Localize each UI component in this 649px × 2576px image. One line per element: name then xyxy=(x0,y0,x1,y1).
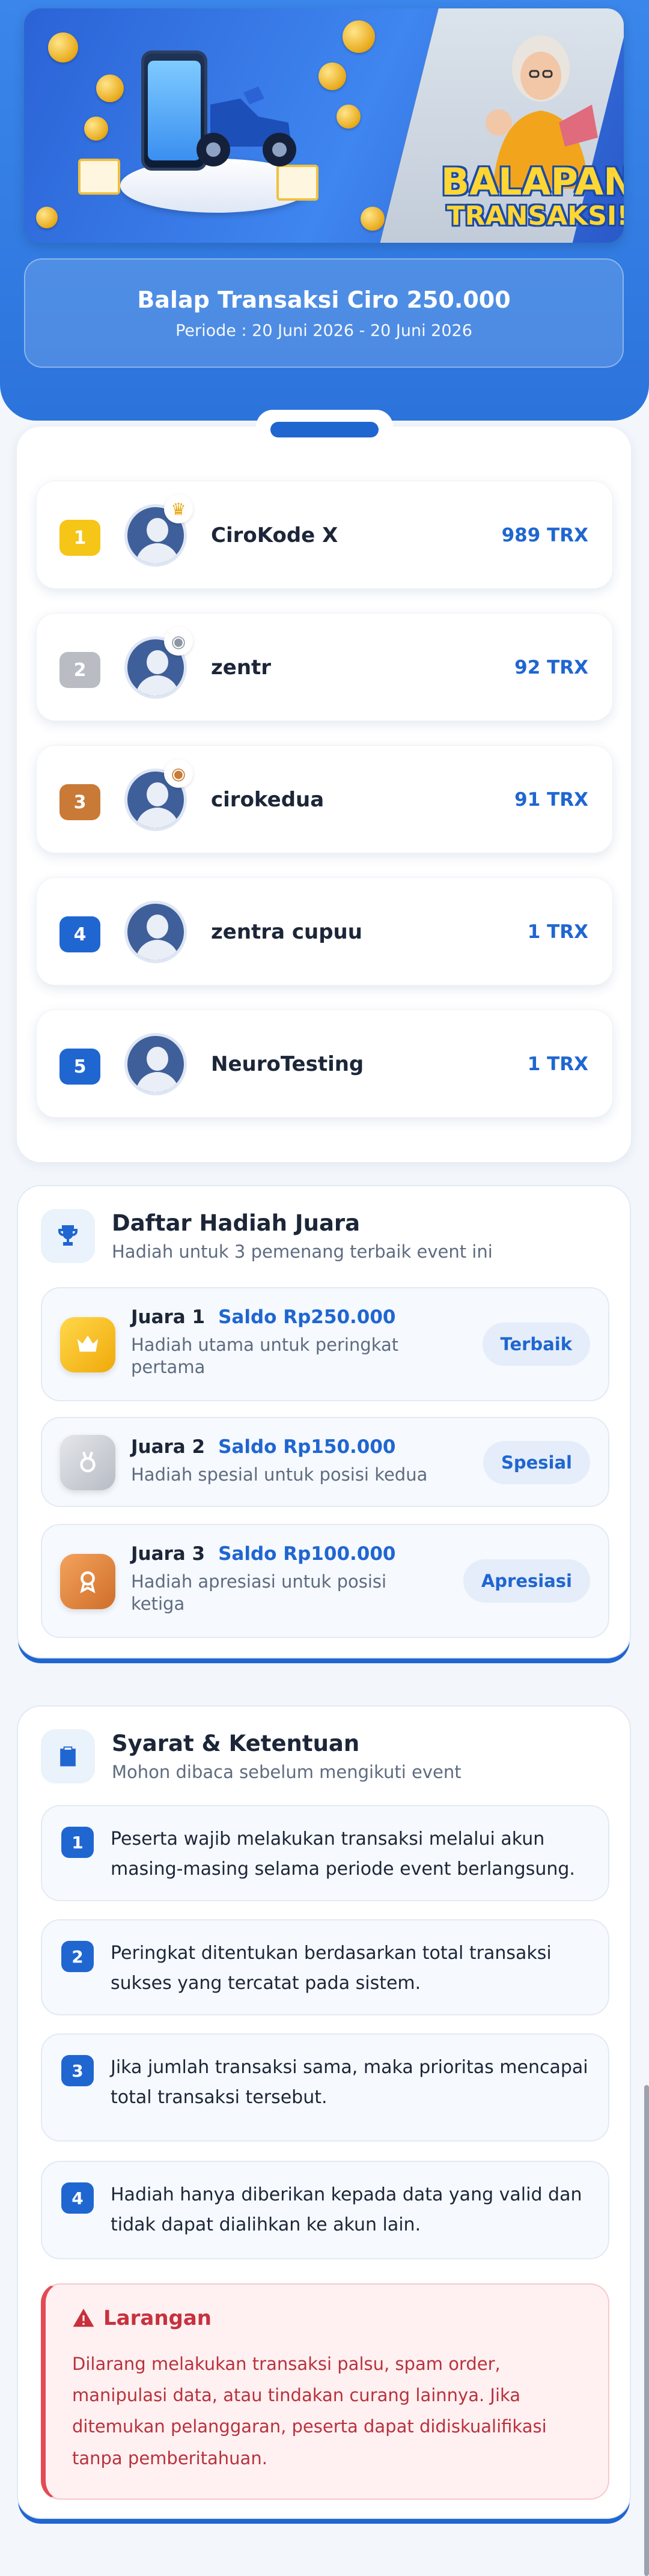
warning-box: Larangan Dilarang melakukan transaksi pa… xyxy=(41,2283,609,2500)
prize-card: Juara 1 Saldo Rp250.000 Hadiah utama untu… xyxy=(41,1287,609,1401)
event-period-card: Balap Transaksi Ciro 250.000 Periode : 2… xyxy=(24,258,624,368)
player-name: zentr xyxy=(211,656,272,680)
prize-description: Hadiah apresiasi untuk posisi ketiga xyxy=(131,1571,387,1615)
prize-rank: Juara 2 xyxy=(131,1436,206,1458)
section-title: Syarat & Ketentuan xyxy=(112,1731,360,1756)
player-name: cirokedua xyxy=(211,788,324,812)
prize-section: Daftar Hadiah Juara Hadiah untuk 3 pemen… xyxy=(17,1185,631,1658)
avatar xyxy=(124,1033,187,1095)
coin-icon xyxy=(96,75,124,102)
coin-icon xyxy=(337,105,361,129)
rule-item: 3 Jika jumlah transaksi sama, maka prior… xyxy=(41,2033,609,2142)
rule-text: Peserta wajib melakukan transaksi melalu… xyxy=(111,1828,575,1880)
section-subtitle: Mohon dibaca sebelum mengikuti event xyxy=(112,1762,462,1782)
warning-text: Dilarang melakukan transaksi palsu, spam… xyxy=(72,2354,547,2468)
silver-medal-icon: ◉ xyxy=(164,627,193,656)
rule-item: 2 Peringkat ditentukan berdasarkan total… xyxy=(41,1919,609,2015)
rule-text: Peringkat ditentukan berdasarkan total t… xyxy=(111,1943,552,1994)
player-score: 1 TRX xyxy=(527,1053,588,1075)
crown-icon xyxy=(60,1317,115,1372)
warning-icon xyxy=(73,2309,94,2327)
prize-description: Hadiah spesial untuk posisi kedua xyxy=(131,1464,428,1485)
player-score: 1 TRX xyxy=(527,921,588,943)
rule-number: 4 xyxy=(61,2182,94,2214)
leaderboard-row[interactable]: 3 ◉ cirokedua 91 TRX xyxy=(36,745,613,853)
bronze-medal-icon: ◉ xyxy=(164,759,193,788)
section-subtitle: Hadiah untuk 3 pemenang terbaik event in… xyxy=(112,1241,493,1262)
coin-icon xyxy=(48,32,78,62)
rule-text: Jika jumlah transaksi sama, maka priorit… xyxy=(111,2057,588,2108)
coin-icon xyxy=(36,207,58,228)
promo-banner[interactable]: BALAPAN TRANSAKSI! xyxy=(24,8,624,243)
prize-description: Hadiah utama untuk peringkat pertama xyxy=(131,1335,399,1378)
prize-amount: Saldo Rp100.000 xyxy=(218,1543,396,1565)
scooter-prize-icon xyxy=(197,87,296,166)
rank-badge: 2 xyxy=(59,652,100,688)
prize-card: Juara 3 Saldo Rp100.000 Hadiah apresiasi … xyxy=(41,1524,609,1638)
drag-handle[interactable] xyxy=(270,422,379,437)
coin-icon xyxy=(318,62,346,90)
rule-item: 4 Hadiah hanya diberikan kepada data yan… xyxy=(41,2161,609,2259)
leaderboard-row[interactable]: 2 ◉ zentr 92 TRX xyxy=(36,613,613,721)
leaderboard-row[interactable]: 1 ♛ CiroKode X 989 TRX xyxy=(36,481,613,589)
rank-badge: 4 xyxy=(59,916,100,952)
scrollbar-thumb[interactable] xyxy=(644,2085,649,2576)
rule-number: 3 xyxy=(61,2055,94,2086)
rule-text: Hadiah hanya diberikan kepada data yang … xyxy=(111,2184,582,2235)
warning-title: Larangan xyxy=(103,2306,212,2330)
crown-icon: ♛ xyxy=(164,495,193,523)
prize-tag: Spesial xyxy=(483,1441,590,1484)
terms-section: Syarat & Ketentuan Mohon dibaca sebelum … xyxy=(17,1705,631,2519)
prize-rank: Juara 3 xyxy=(131,1543,206,1565)
banner-title: BALAPAN TRANSAKSI! xyxy=(440,160,624,231)
prize-rank: Juara 1 xyxy=(131,1306,206,1328)
coin-icon xyxy=(361,207,385,231)
event-title: Balap Transaksi Ciro 250.000 xyxy=(137,287,511,313)
trophy-icon xyxy=(41,1209,95,1263)
rank-badge: 3 xyxy=(59,784,100,820)
event-period: Periode : 20 Juni 2026 - 20 Juni 2026 xyxy=(175,321,472,340)
player-name: CiroKode X xyxy=(211,523,338,547)
rank-badge: 1 xyxy=(59,520,100,556)
coin-icon xyxy=(84,117,108,141)
player-score: 91 TRX xyxy=(514,789,588,811)
clipboard-icon xyxy=(41,1729,95,1783)
coin-icon xyxy=(343,20,375,53)
rule-item: 1 Peserta wajib melakukan transaksi mela… xyxy=(41,1805,609,1901)
section-title: Daftar Hadiah Juara xyxy=(112,1210,361,1236)
player-name: NeuroTesting xyxy=(211,1052,364,1076)
prize-tag: Terbaik xyxy=(482,1323,590,1366)
rank-badge: 5 xyxy=(59,1049,100,1085)
medal-icon xyxy=(60,1435,115,1490)
player-score: 92 TRX xyxy=(514,657,588,678)
rule-number: 2 xyxy=(61,1941,94,1972)
gift-icon xyxy=(78,159,120,195)
player-score: 989 TRX xyxy=(501,525,588,546)
prize-amount: Saldo Rp150.000 xyxy=(218,1436,396,1458)
prize-card: Juara 2 Saldo Rp150.000 Hadiah spesial un… xyxy=(41,1417,609,1507)
avatar xyxy=(124,901,187,963)
player-name: zentra cupuu xyxy=(211,920,362,944)
prize-tag: Apresiasi xyxy=(463,1559,590,1603)
award-icon xyxy=(60,1554,115,1609)
leaderboard-row[interactable]: 5 NeuroTesting 1 TRX xyxy=(36,1009,613,1118)
rule-number: 1 xyxy=(61,1827,94,1858)
leaderboard-row[interactable]: 4 zentra cupuu 1 TRX xyxy=(36,877,613,985)
prize-amount: Saldo Rp250.000 xyxy=(218,1306,396,1328)
